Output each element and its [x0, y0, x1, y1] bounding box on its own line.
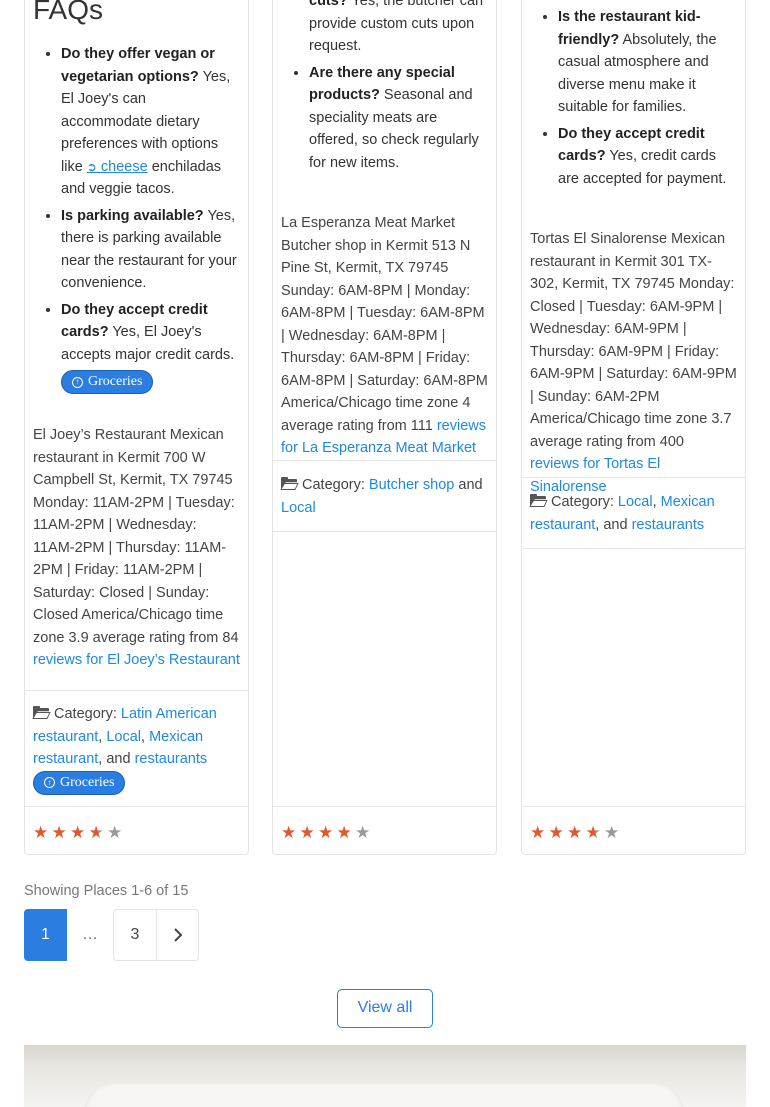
- star-full-icon: ★: [336, 823, 352, 842]
- next-page-button[interactable]: [157, 909, 199, 961]
- category-link[interactable]: Local: [281, 500, 316, 516]
- folder-open-icon: [529, 494, 548, 507]
- star-empty-icon: ★: [107, 823, 123, 842]
- divider: [273, 806, 496, 807]
- star-full-icon: ★: [299, 823, 315, 842]
- place-description: La Esperanza Meat Market Butcher shop in…: [281, 215, 488, 456]
- groceries-pill[interactable]: ↑ Groceries: [33, 770, 126, 795]
- place-description: El Joey’s Restaurant Mexican restaurant …: [33, 427, 240, 668]
- faq-item: Do they accept credit cards? Yes, El Joe…: [61, 299, 240, 394]
- faq-list: Do they offer vegan or vegetarian option…: [33, 43, 240, 394]
- category-link[interactable]: Butcher shop: [369, 477, 454, 493]
- folder-open-icon: [280, 477, 299, 490]
- star-full-icon: ★: [548, 823, 564, 842]
- divider: [522, 477, 745, 478]
- reviews-link[interactable]: reviews for El Joey’s Restaurant: [33, 652, 240, 668]
- category-link[interactable]: restaurants: [632, 517, 705, 533]
- page-ellipsis: …: [82, 925, 98, 943]
- cheese-link[interactable]: ➲ cheese: [87, 159, 148, 175]
- category-label: Category:: [551, 494, 614, 510]
- place-description: Tortas El Sinalorense Mexican restaurant…: [530, 231, 737, 495]
- plate-image: [84, 1083, 684, 1107]
- arrow-circle-icon: ➲: [86, 159, 97, 174]
- divider: [25, 806, 248, 807]
- faq-item: Is parking available? Yes, there is park…: [61, 205, 240, 295]
- chevron-right-icon: [173, 928, 182, 942]
- place-card-el-joeys: FAQs Do they offer vegan or vegetarian o…: [24, 0, 249, 855]
- category-row: Category: Local, Mexican restaurant, and…: [529, 494, 715, 533]
- star-full-icon: ★: [70, 823, 86, 842]
- results-count: Showing Places 1-6 of 15: [24, 883, 189, 899]
- faq-list: cuts? Yes, the butcher can provide custo…: [281, 0, 488, 174]
- category-link[interactable]: Local: [618, 494, 653, 510]
- star-full-icon: ★: [567, 823, 583, 842]
- faq-item: cuts? Yes, the butcher can provide custo…: [309, 0, 488, 58]
- star-half-icon: ★: [89, 824, 107, 842]
- star-empty-icon: ★: [604, 823, 620, 842]
- page-1-button[interactable]: 1: [24, 909, 67, 961]
- faq-item: Is the restaurant kid-friendly? Absolute…: [558, 6, 737, 119]
- rating-stars: ★ ★ ★ ★ ★: [33, 824, 125, 842]
- category-row: Category: Latin American restaurant, Loc…: [32, 703, 240, 795]
- category-label: Category:: [302, 477, 365, 493]
- place-card-tortas-el-sinalorense: Is the restaurant kid-friendly? Absolute…: [521, 0, 746, 855]
- star-full-icon: ★: [51, 823, 67, 842]
- place-photo: [24, 1045, 746, 1107]
- faq-item: Do they accept credit cards? Yes, credit…: [558, 123, 737, 191]
- divider: [25, 690, 248, 691]
- divider: [273, 531, 496, 532]
- star-full-icon: ★: [281, 823, 297, 842]
- groceries-pill[interactable]: ↑ Groceries: [61, 370, 154, 394]
- pagination: 1 … 3: [24, 909, 199, 961]
- divider: [273, 460, 496, 461]
- faq-item: Are there any special products? Seasonal…: [309, 62, 488, 175]
- divider: [522, 806, 745, 807]
- category-link[interactable]: Local: [106, 729, 141, 745]
- rating-stars: ★ ★ ★ ★ ★: [281, 824, 373, 842]
- divider: [522, 548, 745, 549]
- rating-stars: ★ ★ ★ ★ ★: [530, 824, 622, 842]
- place-card-la-esperanza: cuts? Yes, the butcher can provide custo…: [272, 0, 497, 855]
- faq-question: Is parking available?: [61, 207, 204, 224]
- faq-list: Is the restaurant kid-friendly? Absolute…: [530, 6, 737, 190]
- reviews-link[interactable]: reviews for Tortas El Sinalorense: [530, 456, 660, 495]
- arrow-circle-icon: ↑: [72, 376, 83, 388]
- arrow-circle-icon: ↑: [44, 777, 55, 788]
- page-3-button[interactable]: 3: [113, 909, 157, 961]
- star-empty-icon: ★: [355, 823, 371, 842]
- star-full-icon: ★: [318, 823, 334, 842]
- view-all-button[interactable]: View all: [337, 989, 433, 1028]
- faq-question: Do they offer vegan or vegetarian option…: [61, 46, 215, 85]
- star-full-icon: ★: [33, 823, 49, 842]
- faq-item: Do they offer vegan or vegetarian option…: [61, 43, 240, 201]
- faq-question: cuts?: [309, 0, 348, 9]
- category-label: Category:: [54, 706, 117, 722]
- faq-title: FAQs: [33, 0, 104, 25]
- category-link[interactable]: restaurants: [135, 751, 208, 767]
- star-full-icon: ★: [530, 823, 546, 842]
- star-half-icon: ★: [586, 824, 604, 842]
- folder-open-icon: [32, 706, 51, 719]
- category-row: Category: Butcher shop and Local: [280, 477, 483, 516]
